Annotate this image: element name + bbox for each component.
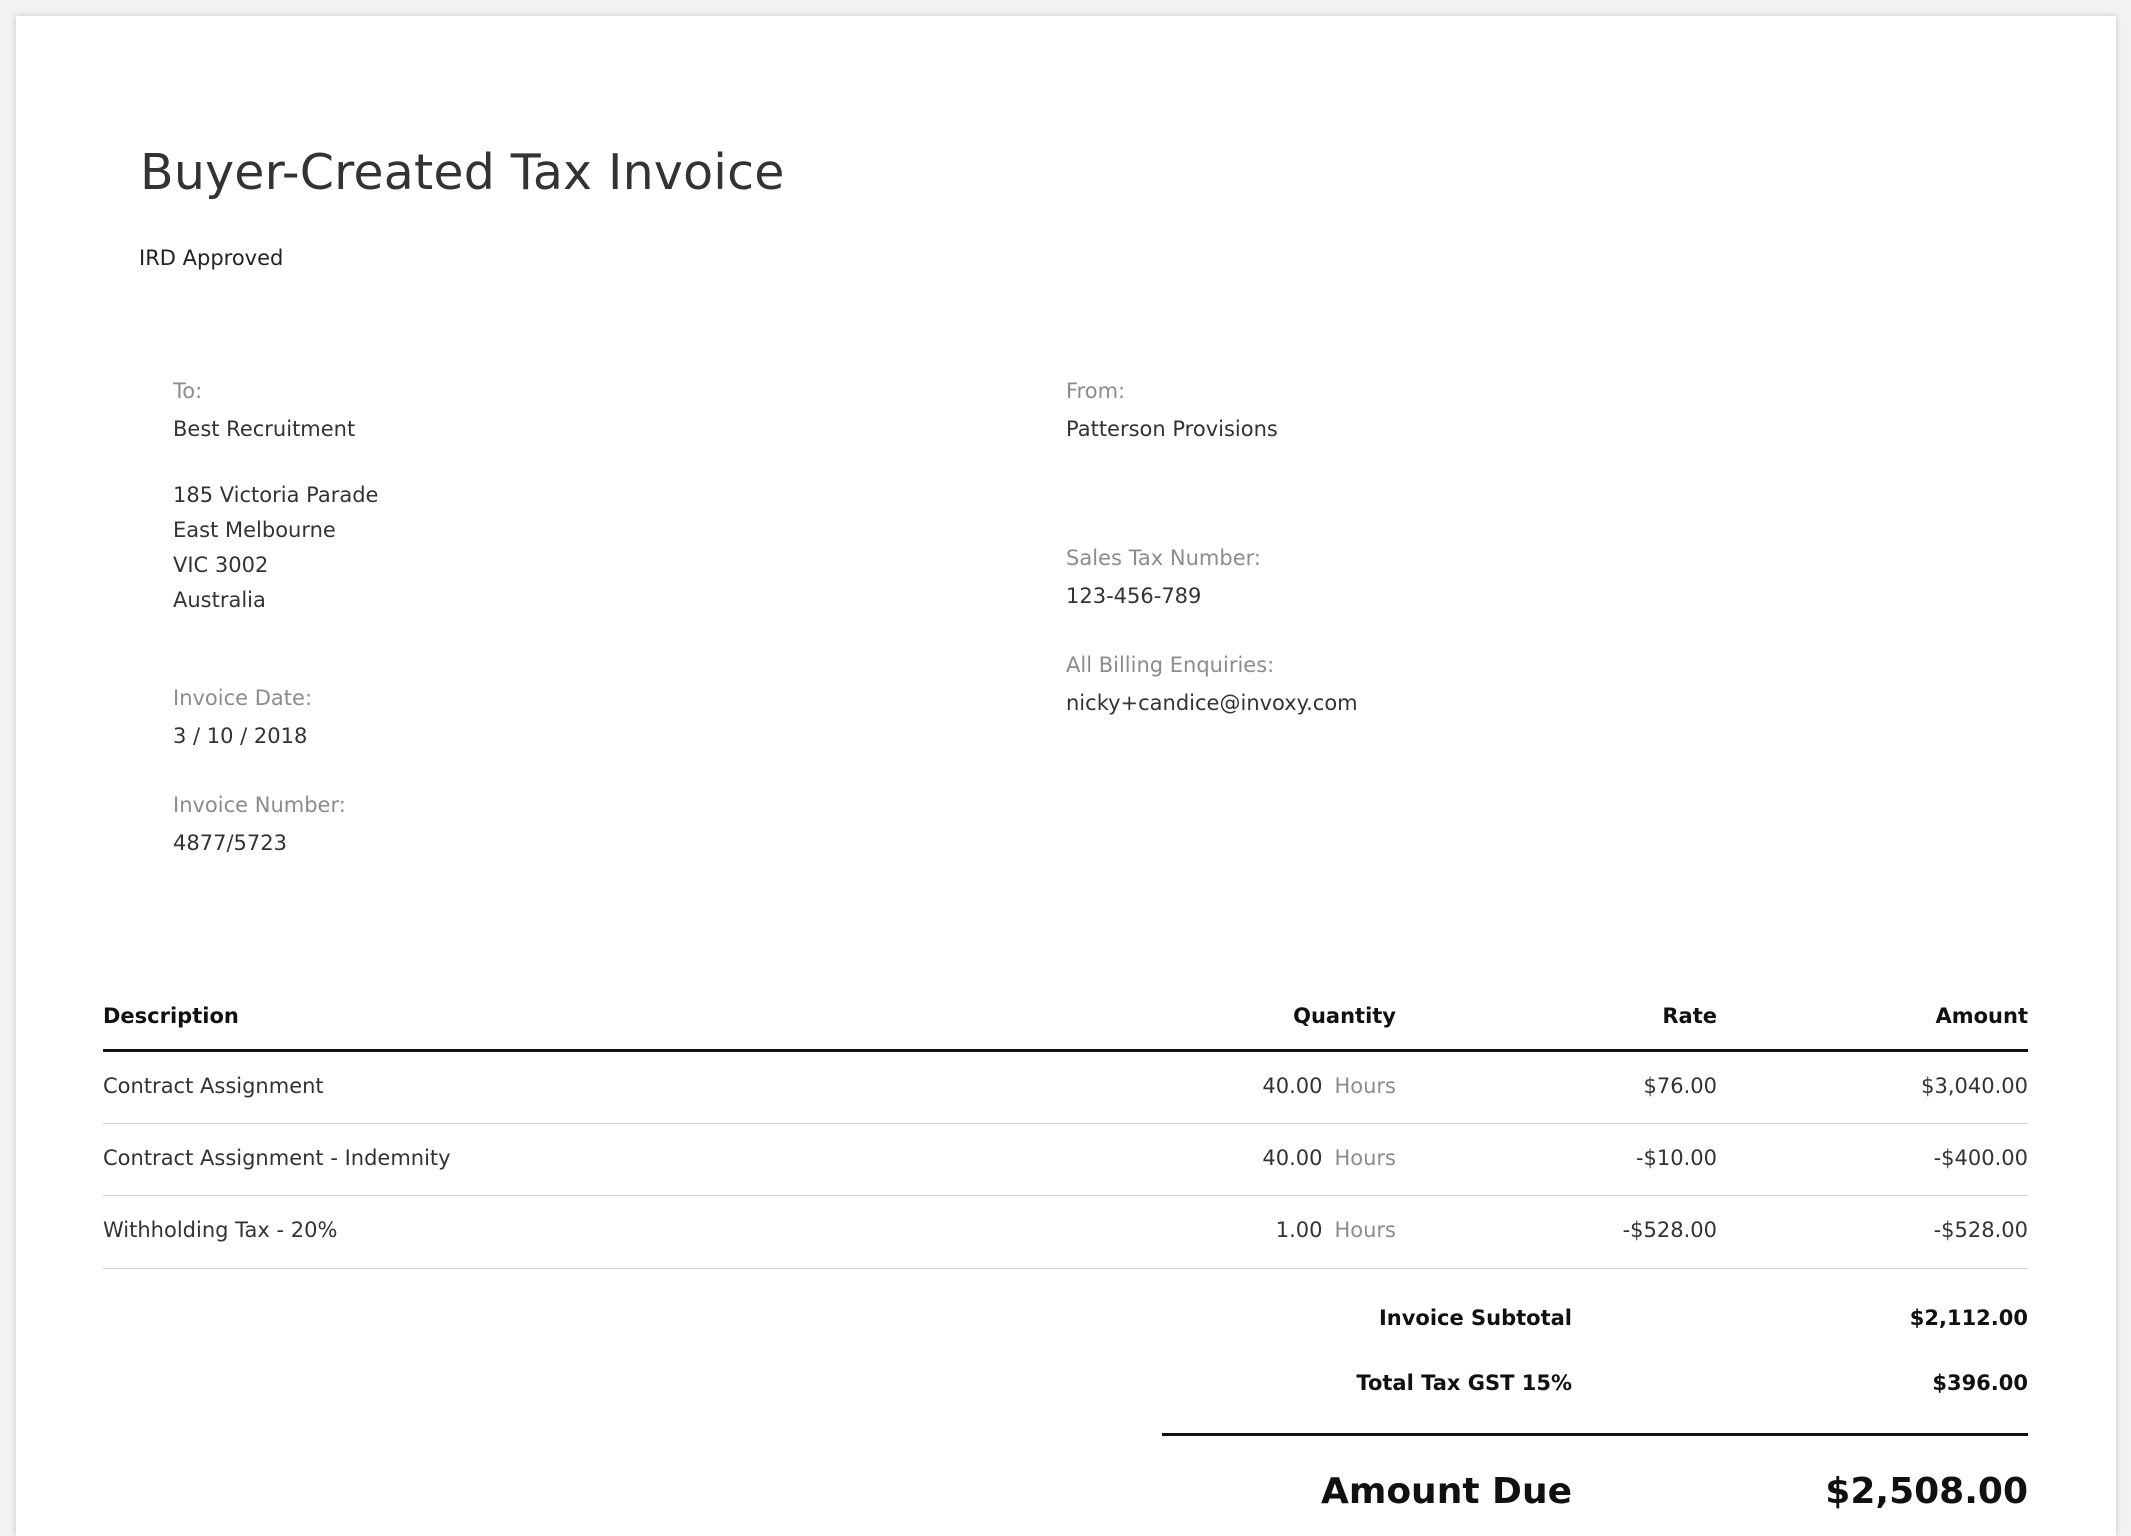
- col-header-quantity: Quantity: [1293, 1004, 1396, 1028]
- address-line: VIC 3002: [173, 553, 269, 577]
- row-rate: -$528.00: [1622, 1218, 1717, 1242]
- row-quantity: 1.00 Hours: [1276, 1218, 1396, 1242]
- address-line: 185 Victoria Parade: [173, 483, 379, 507]
- sales-tax-number: 123-456-789: [1066, 584, 1202, 608]
- invoice-date: 3 / 10 / 2018: [173, 724, 308, 748]
- quantity-value: 40.00: [1262, 1074, 1323, 1098]
- from-label: From:: [1066, 379, 1126, 403]
- billing-email: nicky+candice@invoxy.com: [1066, 691, 1358, 715]
- col-header-amount: Amount: [1935, 1004, 2028, 1028]
- from-name: Patterson Provisions: [1066, 417, 1278, 441]
- tax-value: $396.00: [1932, 1371, 2028, 1395]
- row-divider: [103, 1123, 2028, 1124]
- quantity-value: 40.00: [1262, 1146, 1323, 1170]
- to-name: Best Recruitment: [173, 417, 356, 441]
- row-divider: [103, 1195, 2028, 1196]
- totals-rule: [1162, 1433, 2028, 1436]
- row-rate: $76.00: [1643, 1074, 1717, 1098]
- col-header-description: Description: [103, 1004, 239, 1028]
- address-line: Australia: [173, 588, 266, 612]
- quantity-unit: Hours: [1334, 1146, 1396, 1170]
- row-divider: [103, 1268, 2028, 1269]
- to-address: 185 Victoria Parade East Melbourne VIC 3…: [173, 478, 378, 618]
- col-header-rate: Rate: [1662, 1004, 1717, 1028]
- invoice-number: 4877/5723: [173, 831, 287, 855]
- row-description: Contract Assignment: [103, 1074, 324, 1098]
- invoice-date-label: Invoice Date:: [173, 686, 313, 710]
- address-line: East Melbourne: [173, 518, 336, 542]
- invoice-number-label: Invoice Number:: [173, 793, 346, 817]
- row-quantity: 40.00 Hours: [1262, 1146, 1396, 1170]
- quantity-unit: Hours: [1334, 1074, 1396, 1098]
- subtotal-label: Invoice Subtotal: [1378, 1306, 1572, 1330]
- row-quantity: 40.00 Hours: [1262, 1074, 1396, 1098]
- tax-label: Total Tax GST 15%: [1356, 1371, 1572, 1395]
- row-amount: -$528.00: [1933, 1218, 2028, 1242]
- row-description: Contract Assignment - Indemnity: [103, 1146, 451, 1170]
- table-header-rule: [103, 1049, 2028, 1052]
- row-rate: -$10.00: [1635, 1146, 1717, 1170]
- row-amount: -$400.00: [1933, 1146, 2028, 1170]
- sales-tax-label: Sales Tax Number:: [1066, 546, 1261, 570]
- invoice-page: Buyer-Created Tax Invoice IRD Approved T…: [16, 16, 2116, 1536]
- invoice-title: Buyer-Created Tax Invoice: [140, 144, 785, 201]
- row-amount: $3,040.00: [1921, 1074, 2028, 1098]
- quantity-value: 1.00: [1275, 1218, 1323, 1242]
- amount-due-label: Amount Due: [1320, 1471, 1572, 1512]
- invoice-subtitle: IRD Approved: [139, 246, 284, 270]
- to-label: To:: [173, 379, 203, 403]
- amount-due-value: $2,508.00: [1825, 1471, 2028, 1512]
- subtotal-value: $2,112.00: [1909, 1306, 2028, 1330]
- billing-enquiries-label: All Billing Enquiries:: [1066, 653, 1275, 677]
- quantity-unit: Hours: [1334, 1218, 1396, 1242]
- row-description: Withholding Tax - 20%: [103, 1218, 338, 1242]
